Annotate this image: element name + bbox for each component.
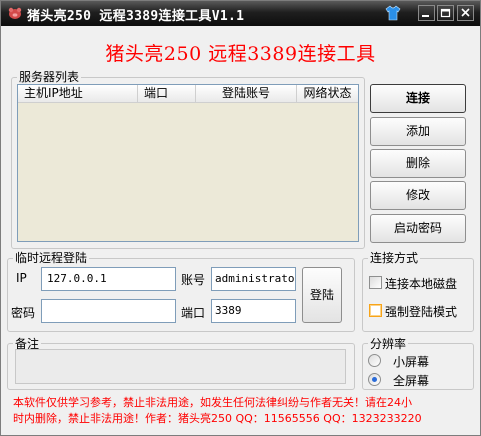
connect-mode-label: 连接方式 [368,251,421,265]
login-button-label: 登陆 [309,288,334,302]
close-icon [461,8,470,17]
app-icon [8,7,22,19]
app-window: 猪头亮250 远程3389连接工具V1.1 猪头亮250 远程3389连接工具 … [0,0,481,436]
temp-login-label: 临时远程登陆 [13,251,90,265]
minimize-icon [422,15,429,17]
ip-input[interactable]: 127.0.0.1 [41,267,176,291]
resolution-label: 分辨率 [368,337,409,351]
full-screen-label[interactable]: 全屏幕 [393,372,429,389]
server-list-header: 主机IP地址 端口 登陆账号 网络状态 [18,85,358,103]
connect-button[interactable]: 连接 [370,84,466,113]
title-bar[interactable]: 猪头亮250 远程3389连接工具V1.1 [1,1,480,26]
add-button[interactable]: 添加 [370,117,466,146]
connect-button-label: 连接 [405,91,430,105]
boot-password-button[interactable]: 启动密码 [370,214,466,243]
local-disk-checkbox[interactable] [369,276,382,289]
column-port[interactable]: 端口 [138,85,196,103]
column-host-ip[interactable]: 主机IP地址 [18,85,138,103]
server-list-label: 服务器列表 [17,70,82,84]
connect-mode-group: 连接方式 [362,251,474,332]
column-status[interactable]: 网络状态 [297,85,358,103]
delete-button[interactable]: 删除 [370,149,466,178]
disclaimer-line-2: 时内删除，禁止非法用途！作者：猪头亮250 QQ：11565556 QQ：132… [13,412,422,425]
maximize-button[interactable] [437,5,454,21]
disclaimer-text: 本软件仅供学习参考，禁止非法用途，如发生任何法律纠纷与作者无关！请在24小 时内… [13,395,473,427]
maximize-icon [440,8,451,18]
column-account[interactable]: 登陆账号 [196,85,297,103]
close-button[interactable] [457,5,474,21]
modify-button[interactable]: 修改 [370,181,466,210]
force-login-checkbox[interactable] [369,304,382,317]
delete-button-label: 删除 [405,156,430,170]
disclaimer-line-1: 本软件仅供学习参考，禁止非法用途，如发生任何法律纠纷与作者无关！请在24小 [13,396,412,409]
account-input[interactable]: administrator [211,267,296,291]
app-heading: 猪头亮250 远程3389连接工具 [105,43,376,65]
small-screen-label[interactable]: 小屏幕 [393,353,429,370]
modify-button-label: 修改 [405,188,430,202]
skin-shirt-icon[interactable] [385,5,401,21]
port-label: 端口 [181,306,206,320]
password-label: 密码 [11,306,36,320]
boot-password-button-label: 启动密码 [393,221,442,235]
small-screen-radio[interactable] [368,354,381,367]
add-button-label: 添加 [405,124,430,138]
server-list[interactable]: 主机IP地址 端口 登陆账号 网络状态 [17,84,359,242]
window-title: 猪头亮250 远程3389连接工具V1.1 [27,9,245,24]
login-button[interactable]: 登陆 [302,267,342,323]
force-login-label[interactable]: 强制登陆模式 [385,303,457,320]
account-label: 账号 [181,273,206,287]
notes-textarea[interactable] [15,349,346,384]
ip-label: IP [16,271,27,285]
port-input[interactable]: 3389 [211,299,296,323]
minimize-button[interactable] [418,5,435,21]
password-input[interactable] [41,299,176,323]
full-screen-radio[interactable] [368,373,381,386]
local-disk-label[interactable]: 连接本地磁盘 [385,275,457,292]
